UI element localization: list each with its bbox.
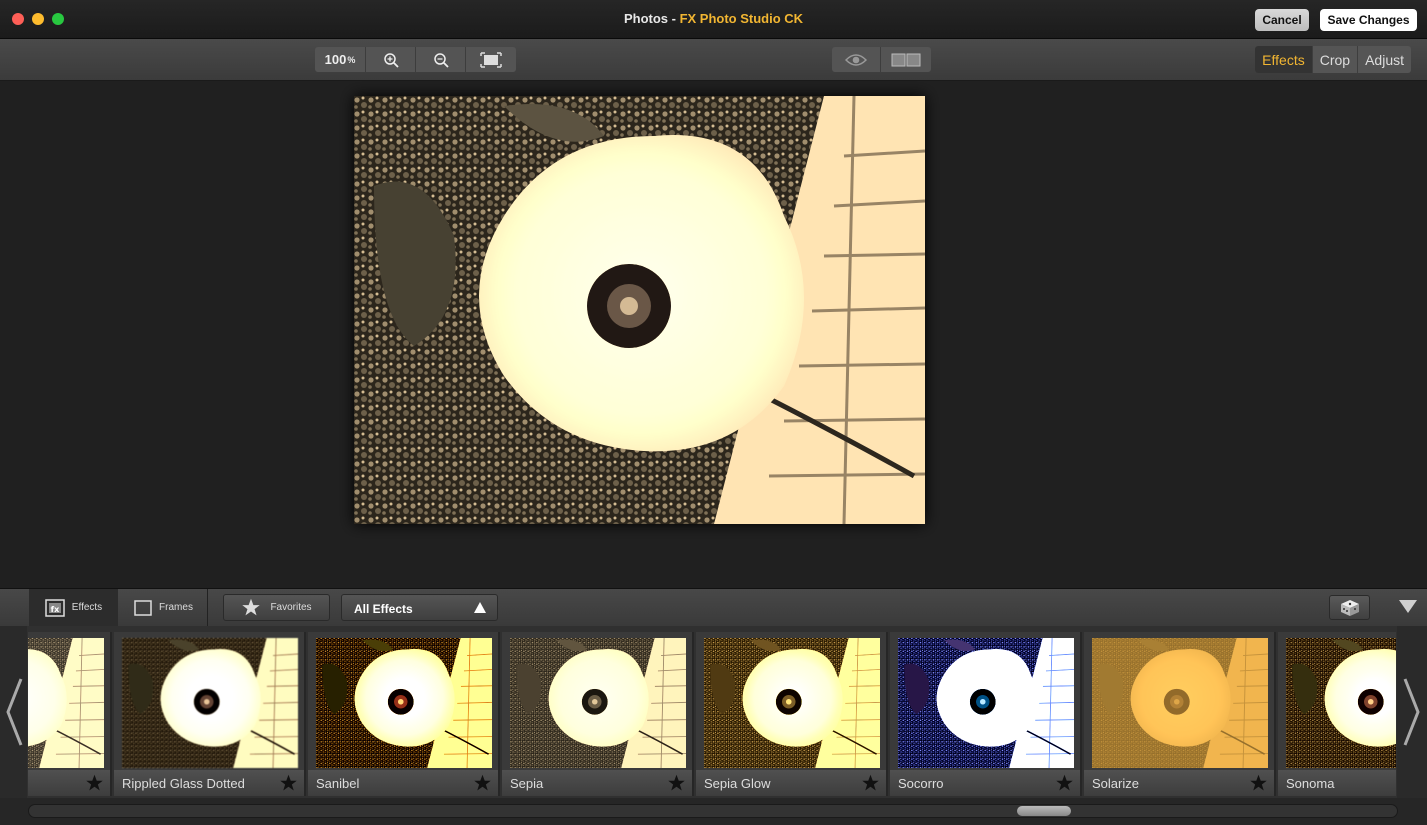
frame-icon (134, 599, 152, 616)
effect-label-bar: Solarize (1084, 770, 1274, 796)
zoom-level-value: 100 (324, 52, 347, 67)
effect-name: Sanibel (316, 776, 360, 791)
star-icon (242, 598, 261, 616)
zoom-level-button[interactable]: 100% (315, 47, 366, 72)
window-title-plugin: FX Photo Studio CK (679, 11, 804, 26)
effects-thumbnails: Rippled Glass Dotted Sanibel Sepia Sepia… (28, 632, 1396, 796)
effect-label-bar: Sepia Glow (696, 770, 886, 796)
favorite-star-icon[interactable] (1055, 774, 1074, 792)
effect-label-bar (28, 770, 110, 796)
tab-frames[interactable]: Frames (120, 589, 208, 626)
effect-name: Sonoma (1286, 776, 1335, 791)
effect-preview (1286, 638, 1396, 768)
effect-label-bar: Sonoma (1278, 770, 1396, 796)
save-changes-button[interactable]: Save Changes (1320, 9, 1417, 31)
effect-name: Sepia Glow (704, 776, 771, 791)
effect-thumbnail[interactable] (28, 632, 112, 796)
effect-thumbnail[interactable]: Rippled Glass Dotted (114, 632, 306, 796)
effect-name: Solarize (1092, 776, 1139, 791)
toolbar: 100% Effects Crop Adjust (0, 39, 1427, 81)
effect-name: Rippled Glass Dotted (122, 776, 245, 791)
effects-bar: fx Effects Frames Favorites All Effects (0, 588, 1427, 627)
effect-label-bar: Sepia (502, 770, 692, 796)
effects-category-value: All Effects (354, 602, 413, 616)
cancel-button[interactable]: Cancel (1255, 9, 1309, 31)
effect-thumbnail[interactable]: Socorro (890, 632, 1082, 796)
favorite-star-icon[interactable] (279, 774, 298, 792)
effect-thumbnail[interactable]: Sepia Glow (696, 632, 888, 796)
mode-adjust[interactable]: Adjust (1358, 46, 1411, 73)
chevron-right-icon (1403, 678, 1420, 746)
favorite-star-icon[interactable] (85, 774, 104, 792)
effect-preview (122, 638, 298, 768)
effect-name: Sepia (510, 776, 544, 791)
window-title: Photos - FX Photo Studio CK (0, 11, 1427, 26)
effect-name: Socorro (898, 776, 944, 791)
effect-preview (510, 638, 686, 768)
favorite-star-icon[interactable] (861, 774, 880, 792)
effect-label-bar: Sanibel (308, 770, 498, 796)
strip-scrollbar-area (0, 798, 1427, 825)
effect-thumbnail[interactable]: Sepia (502, 632, 694, 796)
effect-label-bar: Rippled Glass Dotted (114, 770, 304, 796)
favorite-star-icon[interactable] (1249, 774, 1268, 792)
window-title-app: Photos - (623, 11, 680, 26)
zoom-controls: 100% (315, 47, 516, 72)
mode-crop[interactable]: Crop (1313, 46, 1359, 73)
strip-scrollbar[interactable] (28, 804, 1398, 818)
effect-preview (316, 638, 492, 768)
chevron-left-icon (5, 678, 22, 746)
effect-preview (898, 638, 1074, 768)
favorite-star-icon[interactable] (667, 774, 686, 792)
scrollbar-thumb[interactable] (1017, 806, 1071, 816)
tab-effects-label: Effects (71, 602, 103, 613)
tab-effects[interactable]: fx Effects (29, 589, 118, 626)
fit-screen-icon (480, 51, 502, 68)
dice-icon (1340, 599, 1359, 616)
favorites-label: Favorites (270, 602, 312, 613)
zoom-out-icon (433, 52, 449, 68)
tab-frames-label: Frames (159, 602, 193, 613)
photo-canvas (0, 81, 1427, 588)
svg-text:fx: fx (50, 605, 59, 614)
favorites-button[interactable]: Favorites (223, 594, 330, 621)
select-caret-icon (474, 602, 486, 613)
favorite-star-icon[interactable] (473, 774, 492, 792)
effects-icon: fx (45, 598, 65, 617)
zoom-level-unit: % (347, 54, 356, 65)
scroll-left-button[interactable] (0, 626, 27, 798)
effect-thumbnail[interactable]: Sonoma (1278, 632, 1396, 796)
effect-thumbnail[interactable]: Sanibel (308, 632, 500, 796)
split-view-icon (891, 53, 921, 66)
title-bar: Photos - FX Photo Studio CK Cancel Save … (0, 0, 1427, 39)
effect-preview (704, 638, 880, 768)
preview-controls (832, 47, 931, 72)
effect-thumbnail[interactable]: Solarize (1084, 632, 1276, 796)
effect-preview (1092, 638, 1268, 768)
preview-original-button[interactable] (832, 47, 881, 72)
eye-icon (845, 53, 867, 66)
mode-switcher: Effects Crop Adjust (1255, 46, 1411, 73)
scroll-right-button[interactable] (1397, 626, 1427, 798)
zoom-in-button[interactable] (366, 47, 416, 72)
zoom-in-icon (383, 52, 399, 68)
mode-effects[interactable]: Effects (1255, 46, 1313, 73)
split-view-button[interactable] (881, 47, 931, 72)
effects-strip: Rippled Glass Dotted Sanibel Sepia Sepia… (0, 626, 1427, 798)
fit-to-window-button[interactable] (466, 47, 516, 72)
collapse-panel-icon[interactable] (1399, 600, 1417, 613)
effects-category-select[interactable]: All Effects (341, 594, 498, 621)
photo-preview[interactable] (354, 96, 925, 524)
zoom-out-button[interactable] (416, 47, 466, 72)
random-effect-button[interactable] (1329, 595, 1370, 620)
effect-label-bar: Socorro (890, 770, 1080, 796)
effect-preview (28, 638, 104, 768)
